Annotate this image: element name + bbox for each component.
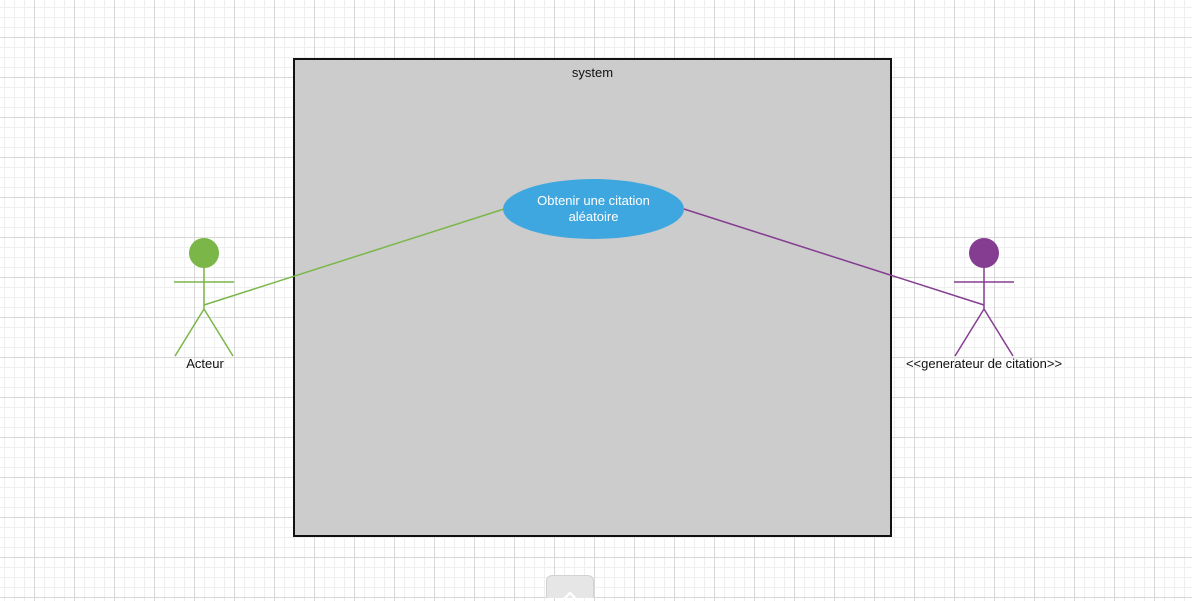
association-line-acteur[interactable]	[203, 208, 505, 306]
chevron-up-icon	[563, 591, 577, 600]
association-line-generateur[interactable]	[683, 208, 985, 306]
actor-figure-acteur[interactable]	[174, 238, 234, 357]
connectors-layer	[174, 208, 1014, 357]
collapse-panel-button[interactable]	[546, 575, 594, 600]
actor-label-generateur: <<generateur de citation>>	[905, 356, 1063, 371]
usecase-label: Obtenir une citation aléatoire	[537, 193, 650, 224]
actor-head-acteur	[189, 238, 219, 268]
actor-label-acteur: Acteur	[186, 356, 224, 371]
usecase-obtenir-citation[interactable]: Obtenir une citation aléatoire	[503, 179, 684, 239]
diagram-canvas[interactable]: system Obtenir une citation aléatoire Ac…	[0, 0, 1192, 600]
actor-figure-generateur[interactable]	[954, 238, 1014, 357]
actor-head-generateur	[969, 238, 999, 268]
